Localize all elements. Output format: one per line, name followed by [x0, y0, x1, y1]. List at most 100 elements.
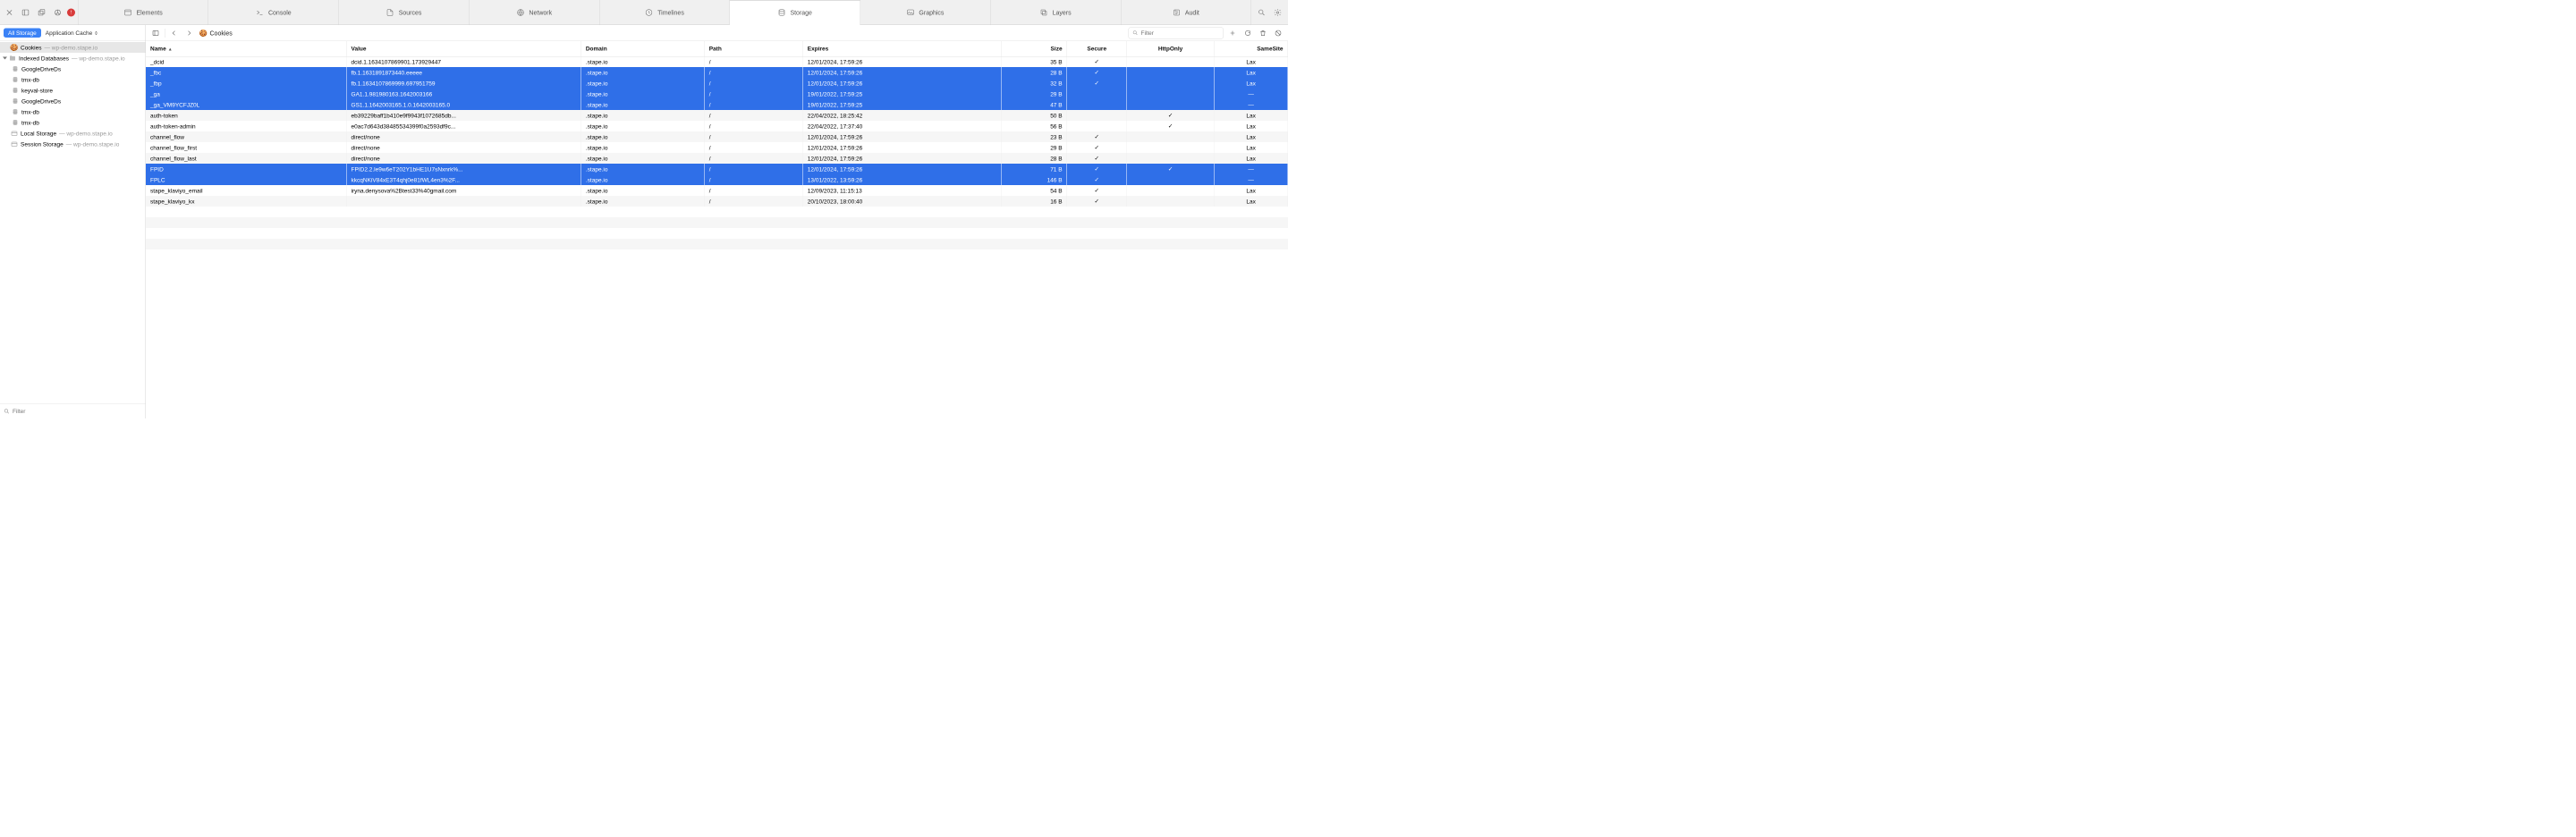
cell-expires: 12/01/2024, 17:59:26 — [803, 56, 1002, 67]
table-row[interactable]: channel_flow_firstdirect/none.stape.io/1… — [146, 142, 1288, 153]
col-httponly[interactable]: HttpOnly — [1127, 41, 1215, 56]
add-cookie-icon[interactable] — [1226, 27, 1239, 39]
close-icon[interactable] — [3, 5, 16, 19]
tab-console[interactable]: Console — [208, 0, 339, 25]
content-filter-input[interactable] — [1141, 30, 1220, 37]
tree-item-tmx-db[interactable]: tmx-db — [0, 117, 146, 128]
cell-secure — [1067, 67, 1127, 78]
col-expires[interactable]: Expires — [803, 41, 1002, 56]
toggle-sidebar-icon[interactable] — [149, 27, 162, 39]
table-row[interactable]: FPLCkkcqNKiV84xE3T4qhj0e81fWL4en3%2F....… — [146, 174, 1288, 185]
store-icon — [11, 140, 18, 148]
tree-item-cookies[interactable]: 🍪Cookies — wp-demo.stape.io — [0, 42, 146, 53]
cell-httponly — [1127, 56, 1215, 67]
tab-layers[interactable]: Layers — [990, 0, 1121, 25]
table-row[interactable]: stape_klaviyo_kx.stape.io/20/10/2023, 18… — [146, 196, 1288, 207]
table-row[interactable]: _gaGA1.1.981980163.1642003166.stape.io/1… — [146, 89, 1288, 99]
table-row[interactable]: _ga_VM9YCFJZ0LGS1.1.1642003165.1.0.16420… — [146, 99, 1288, 110]
clear-all-icon[interactable] — [1272, 27, 1284, 39]
cell-path: / — [704, 56, 802, 67]
cell-value: iryna.denysova%2Btest33%40gmail.com — [346, 185, 580, 196]
tree-item-tmx-db[interactable]: tmx-db — [0, 106, 146, 117]
tree-item-indexed-databases[interactable]: Indexed Databases — wp-demo.stape.io — [0, 53, 146, 63]
dock-side-icon[interactable] — [19, 5, 32, 19]
col-path[interactable]: Path — [704, 41, 802, 56]
table-row[interactable]: channel_flow_lastdirect/none.stape.io/12… — [146, 153, 1288, 164]
cell-samesite: Lax — [1214, 185, 1287, 196]
settings-icon[interactable] — [1271, 5, 1284, 19]
table-row[interactable]: FPIDFPID2.2.le9w6eT202Y1bHE1U7sNxnrk%...… — [146, 164, 1288, 174]
col-name[interactable]: Name▲ — [146, 41, 346, 56]
table-row[interactable]: auth-token-admine0ac7d643d38485534399f0a… — [146, 121, 1288, 131]
db-icon — [12, 97, 19, 105]
cell-samesite: Lax — [1214, 56, 1287, 67]
main-toolbar: ! ElementsConsoleSources Network Timelines… — [0, 0, 1288, 25]
table-row[interactable]: _fbpfb.1.1634107869999.697951759.stape.i… — [146, 78, 1288, 89]
db-icon — [12, 119, 19, 126]
cell-size: 32 B — [1002, 78, 1067, 89]
cell-samesite: Lax — [1214, 196, 1287, 207]
cell-expires: 12/01/2024, 17:59:26 — [803, 131, 1002, 142]
cell-secure — [1067, 196, 1127, 207]
col-samesite[interactable]: SameSite — [1214, 41, 1287, 56]
cell-httponly — [1127, 110, 1215, 121]
cell-httponly — [1127, 131, 1215, 142]
cell-name: _fbc — [146, 67, 346, 78]
popout-icon[interactable] — [35, 5, 48, 19]
disclosure-icon[interactable] — [3, 57, 7, 60]
search-icon[interactable] — [1255, 5, 1268, 19]
tree-item-googledriveds[interactable]: GoogleDriveDs — [0, 96, 146, 106]
table-row[interactable]: _dciddcid.1.1634107869901.173929447.stap… — [146, 56, 1288, 67]
tree-item-tmx-db[interactable]: tmx-db — [0, 74, 146, 85]
tab-sources[interactable]: Sources — [338, 0, 469, 25]
cell-value: direct/none — [346, 131, 580, 142]
error-badge[interactable]: ! — [67, 8, 75, 16]
cell-secure — [1067, 56, 1127, 67]
cell-domain: .stape.io — [581, 196, 705, 207]
table-row[interactable]: auth-tokeneb39229baff1b410e9f9943f107268… — [146, 110, 1288, 121]
table-row[interactable]: stape_klaviyo_emailiryna.denysova%2Btest… — [146, 185, 1288, 196]
refresh-icon[interactable] — [1241, 27, 1254, 39]
col-secure[interactable]: Secure — [1067, 41, 1127, 56]
table-row[interactable]: channel_flowdirect/none.stape.io/12/01/2… — [146, 131, 1288, 142]
scope-select[interactable]: Application Cache — [46, 30, 98, 37]
cell-name: channel_flow — [146, 131, 346, 142]
cell-name: _ga_VM9YCFJZ0L — [146, 99, 346, 110]
nav-back-icon[interactable] — [168, 27, 181, 39]
table-row[interactable]: _fbcfb.1.1631891873440.eeeee.stape.io/12… — [146, 67, 1288, 78]
delete-icon[interactable] — [1257, 27, 1269, 39]
cell-size: 29 B — [1002, 89, 1067, 99]
reload-ignoring-cache-icon[interactable] — [51, 5, 64, 19]
col-size[interactable]: Size — [1002, 41, 1067, 56]
tree-item-origin: — wp-demo.stape.io — [66, 140, 120, 148]
cookie-icon: 🍪 — [200, 30, 208, 37]
tab-network[interactable]: Network — [469, 0, 599, 25]
cell-name: channel_flow_first — [146, 142, 346, 153]
tab-graphics[interactable]: Graphics — [860, 0, 990, 25]
tab-label: Network — [529, 9, 552, 16]
db-icon — [12, 108, 19, 115]
cell-domain: .stape.io — [581, 142, 705, 153]
tab-audit[interactable]: Audit — [1121, 0, 1251, 25]
layers-icon — [1040, 8, 1048, 16]
nav-forward-icon[interactable] — [183, 27, 196, 39]
tab-timelines[interactable]: Timelines — [599, 0, 730, 25]
tree-item-keyval-store[interactable]: keyval-store — [0, 85, 146, 96]
cell-name: stape_klaviyo_kx — [146, 196, 346, 207]
tree-item-googledriveds[interactable]: GoogleDriveDs — [0, 63, 146, 74]
col-value[interactable]: Value — [346, 41, 580, 56]
tree-item-session-storage[interactable]: Session Storage — wp-demo.stape.io — [0, 139, 146, 149]
cell-secure — [1067, 110, 1127, 121]
cell-secure — [1067, 121, 1127, 131]
cell-size: 28 B — [1002, 67, 1067, 78]
scope-all-storage-pill[interactable]: All Storage — [4, 29, 41, 38]
tab-elements[interactable]: Elements — [78, 0, 208, 25]
tab-storage[interactable]: Storage — [730, 0, 860, 25]
tree-item-local-storage[interactable]: Local Storage — wp-demo.stape.io — [0, 128, 146, 139]
tree-item-label: tmx-db — [21, 108, 39, 115]
cell-size: 71 B — [1002, 164, 1067, 174]
cell-size: 50 B — [1002, 110, 1067, 121]
sidebar-filter-input[interactable] — [13, 408, 142, 415]
table-filler-row — [146, 217, 1288, 228]
col-domain[interactable]: Domain — [581, 41, 705, 56]
